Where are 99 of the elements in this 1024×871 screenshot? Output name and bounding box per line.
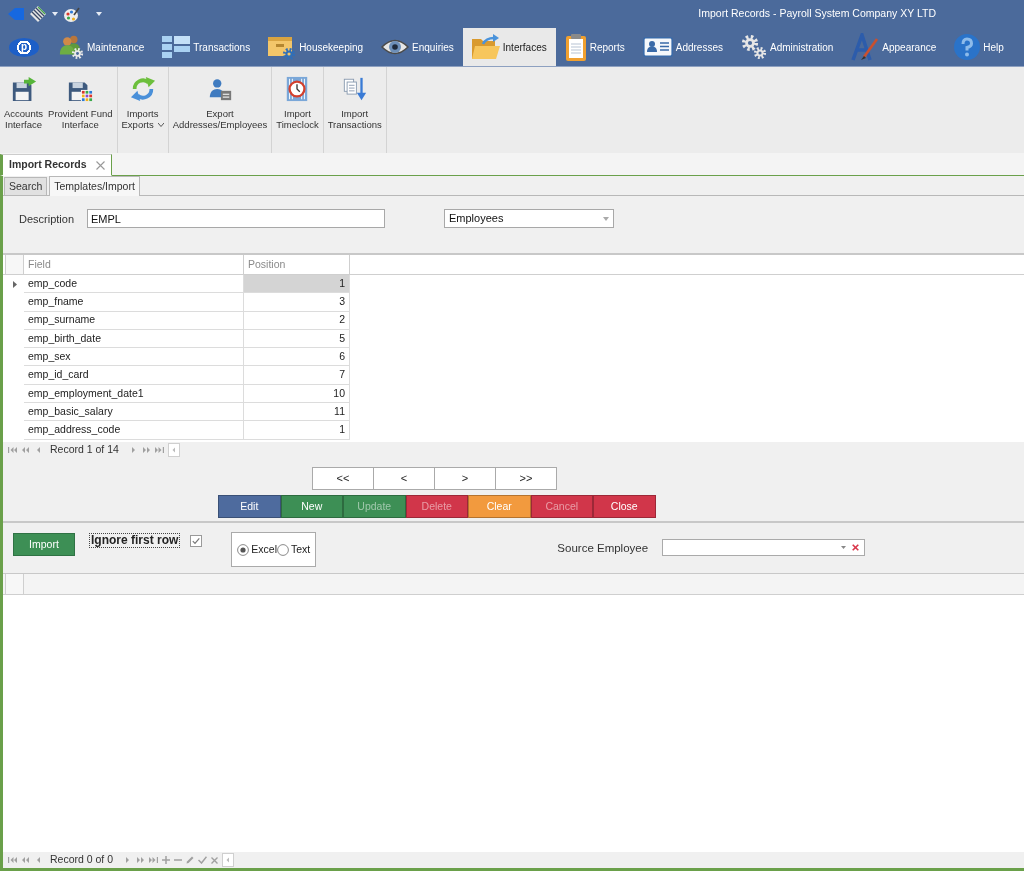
caret-icon[interactable] — [841, 546, 847, 549]
ribbon-button[interactable]: Accounts Interface — [2, 76, 46, 131]
close-icon[interactable] — [95, 160, 105, 170]
plus-icon[interactable] — [162, 856, 171, 864]
caret-icon — [603, 216, 609, 221]
table-cell: emp_employment_date1 — [24, 384, 244, 404]
checkbox[interactable] — [190, 535, 203, 547]
table-cell: emp_basic_salary — [24, 403, 244, 422]
next-page-icon[interactable] — [141, 446, 151, 454]
last-record-icon[interactable] — [154, 446, 164, 454]
action-button[interactable]: Edit — [218, 495, 281, 518]
record-nav-button[interactable]: >> — [495, 467, 557, 490]
menu-tab[interactable]: Interfaces — [462, 28, 556, 66]
sub-tab[interactable]: Search — [4, 177, 48, 195]
gears-icon — [740, 34, 767, 60]
sub-tab[interactable]: Templates/Import — [49, 176, 140, 196]
first-record-icon[interactable] — [8, 446, 17, 454]
record-counter: Record 1 of 14 — [50, 442, 119, 458]
person-card-icon — [207, 76, 233, 102]
document-arrow-icon — [341, 76, 368, 102]
ribbon-button[interactable]: Import Transactions — [325, 76, 384, 131]
scroll-left-icon[interactable] — [222, 853, 235, 867]
clear-icon[interactable] — [852, 544, 860, 551]
table-cell: 3 — [244, 293, 350, 312]
caret-icon — [157, 123, 164, 128]
letter-brush-icon — [851, 33, 880, 61]
menu-tab[interactable]: Addresses — [633, 28, 732, 66]
description-field[interactable]: EMPL — [87, 209, 385, 228]
ribbon-button[interactable]: Imports Exports — [119, 76, 166, 131]
record-counter: Record 0 of 0 — [50, 852, 114, 868]
eye-icon — [381, 37, 410, 57]
row-indicator-icon — [12, 280, 17, 288]
table-cell: emp_fname — [24, 293, 244, 312]
table-cell: emp_sex — [24, 348, 244, 367]
scroll-left-icon[interactable] — [167, 443, 180, 457]
record-nav-button[interactable]: << — [312, 467, 374, 490]
table-cell: 7 — [244, 366, 350, 385]
first-record-icon[interactable] — [8, 856, 17, 864]
previous-page-icon[interactable] — [21, 446, 30, 454]
menu-tab[interactable]: Enquiries — [372, 28, 463, 66]
column-header[interactable]: Position — [244, 255, 350, 274]
column-header[interactable]: Field — [24, 255, 244, 274]
source-employee-label: Source Employee — [557, 541, 649, 556]
last-record-icon[interactable] — [149, 856, 159, 864]
checkbox-label[interactable]: Ignore first row — [89, 533, 181, 548]
table-cell: 1 — [244, 275, 350, 294]
folder-arrow-icon — [471, 34, 500, 60]
radio-option[interactable]: Excel — [237, 541, 278, 558]
table-cell: emp_surname — [24, 311, 244, 330]
check-icon[interactable] — [198, 856, 208, 864]
action-button[interactable]: New — [280, 495, 343, 518]
help-icon — [954, 34, 981, 60]
close-icon[interactable] — [211, 856, 219, 864]
menu-tab[interactable]: Appearance — [842, 28, 946, 66]
table-cell: 5 — [244, 329, 350, 349]
table-cell: emp_id_card — [24, 366, 244, 385]
table-cell: 11 — [244, 403, 350, 422]
pencil-icon[interactable] — [186, 856, 195, 864]
caret-icon[interactable] — [52, 12, 58, 16]
ribbon-button[interactable]: Provident Fund Interface — [46, 76, 115, 131]
type-dropdown[interactable]: Employees — [444, 209, 614, 228]
table-cell: 6 — [244, 348, 350, 367]
next-page-icon[interactable] — [136, 856, 146, 864]
import-button[interactable]: Import — [13, 533, 75, 556]
employee-dropdown[interactable] — [662, 539, 866, 556]
stripes-icon[interactable] — [30, 6, 46, 22]
menu-tab[interactable]: Housekeeping — [259, 28, 373, 66]
caret-icon[interactable] — [96, 12, 102, 16]
record-nav-button[interactable]: < — [373, 467, 435, 490]
menu-tab[interactable]: Maintenance — [49, 28, 154, 66]
table-cell: emp_code — [24, 275, 244, 294]
table-cell: 1 — [244, 421, 350, 440]
circular-arrows-icon — [129, 76, 156, 102]
ribbon-button[interactable]: Import Timeclock — [274, 76, 321, 131]
table-cell: 2 — [244, 311, 350, 330]
box-gear-icon — [268, 34, 297, 60]
menu-tab[interactable]: Reports — [555, 28, 634, 66]
palette-icon[interactable] — [64, 6, 80, 22]
layout-icon — [162, 35, 191, 59]
table-cell: 10 — [244, 384, 350, 404]
document-tab[interactable]: Import Records — [0, 154, 112, 176]
floppy-arrow-icon — [10, 76, 37, 102]
radio-option[interactable]: Text — [277, 541, 311, 558]
minus-icon[interactable] — [174, 856, 183, 864]
ribbon-button[interactable]: Export Addresses/Employees — [170, 76, 270, 131]
menu-tab[interactable]: Administration — [731, 28, 843, 66]
people-gear-icon — [58, 34, 84, 60]
clipboard-icon — [564, 33, 587, 61]
window-title: Import Records - Payroll System Company XY LTD — [698, 6, 936, 22]
id-card-icon — [642, 37, 673, 57]
record-nav-button[interactable]: > — [434, 467, 496, 490]
app-logo[interactable]: p — [9, 38, 39, 57]
previous-page-icon[interactable] — [21, 856, 30, 864]
menu-tab[interactable]: Transactions — [153, 28, 260, 66]
table-cell: emp_address_code — [24, 421, 244, 440]
menu-tab[interactable]: Help — [945, 28, 1013, 66]
description-label: Description — [19, 212, 76, 227]
action-button[interactable]: Close — [593, 495, 656, 518]
table-cell: emp_birth_date — [24, 329, 244, 349]
